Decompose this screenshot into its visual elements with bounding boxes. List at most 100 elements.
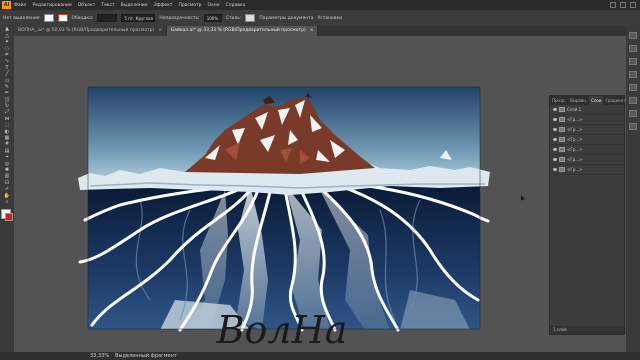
graph-tool-icon[interactable]: ▥ [3,174,11,179]
layer-row[interactable]: <Гр...> [550,135,624,145]
tab-layers[interactable]: Слои [589,96,604,105]
minimize-icon[interactable] [610,2,616,8]
layer-name: <Гр...> [567,147,583,152]
brush-select[interactable]: 5 пт. Круглая [121,14,156,22]
layer-thumbnail [559,107,565,112]
layer-thumbnail [559,147,565,152]
tab-label: ВОЛНА_.ai* @ 50,03 % (RGB/Предварительны… [18,28,155,33]
layer-thumbnail [559,167,565,172]
stroke-swatch[interactable] [57,14,68,22]
style-label: Стиль: [225,15,242,21]
layer-name: <Гр...> [567,167,583,172]
width-tool-icon[interactable]: ⋈ [3,116,11,122]
menu-item-effect[interactable]: Эффект [153,3,172,8]
document-settings-button[interactable]: Параметры документа [259,16,313,21]
slice-tool-icon[interactable]: ⌿ [3,187,11,192]
gradient-tool-icon[interactable]: ▤ [3,148,11,154]
right-dock [626,26,640,352]
appearance-panel-icon[interactable] [629,97,637,104]
menu-item-file[interactable]: Файл [14,3,26,8]
libraries-panel-icon[interactable] [629,123,637,130]
fill-swatch[interactable] [43,14,54,22]
eye-icon[interactable] [553,158,557,161]
eye-icon[interactable] [553,118,557,121]
layer-row[interactable]: <Гр...> [550,165,624,175]
graphic-styles-panel-icon[interactable] [629,110,637,117]
volna-lettering: ВолНа [216,308,348,352]
zoom-tool-icon[interactable]: ⌕ [3,199,11,205]
menu-item-window[interactable]: Окно [208,3,220,8]
canvas-area[interactable]: ВолНа [14,36,549,352]
symbols-panel-icon[interactable] [629,71,637,78]
perspective-grid-tool-icon[interactable]: ▦ [3,136,11,141]
curvature-tool-icon[interactable]: ∿ [3,59,11,64]
opacity-field[interactable]: 100% [203,14,222,22]
zoom-level[interactable]: 33,33% [90,353,109,359]
tab-align[interactable]: Выравн. [568,96,589,105]
layer-name: Слой 1 [567,107,582,112]
menu-item-object[interactable]: Объект [78,3,96,8]
eyedropper-tool-icon[interactable]: ⌖ [3,155,11,160]
stroke-color-box[interactable] [5,212,13,221]
control-bar: Нет выделения Обводка: 5 пт. Круглая Неп… [0,10,640,26]
status-mode[interactable]: Выделенный фрагмент [115,353,177,359]
menu-item-view[interactable]: Просмотр [178,3,201,8]
layer-row[interactable]: Слой 1 [550,105,624,115]
color-panel-icon[interactable] [629,32,637,39]
layer-thumbnail [559,157,565,162]
fill-stroke-widget[interactable] [1,208,13,221]
menu-item-select[interactable]: Выделение [121,3,148,8]
layer-row[interactable]: <Гр...> [550,115,624,125]
free-transform-tool-icon[interactable]: ⬚ [3,123,11,128]
layer-row[interactable]: <Гр...> [550,125,624,135]
direct-selection-tool-icon[interactable]: △ [3,33,11,39]
close-icon[interactable]: × [158,26,162,36]
rotate-tool-icon[interactable]: ↻ [3,104,11,109]
artboard-tool-icon[interactable]: ⊡ [3,180,11,186]
layer-row[interactable]: <Гр...> [550,145,624,155]
preferences-button[interactable]: Установки [318,16,343,21]
panel-tabs: Прозр. Выравн. Слои Градиент [550,96,627,105]
menu-item-edit[interactable]: Редактирование [32,3,71,8]
pencil-tool-icon[interactable]: ✏ [3,91,11,96]
mesh-tool-icon[interactable]: # [3,142,11,147]
eraser-tool-icon[interactable]: ◫ [3,97,11,103]
eye-icon[interactable] [553,138,557,141]
swatches-panel-icon[interactable] [629,45,637,52]
scale-tool-icon[interactable]: ⤢ [3,110,11,115]
line-tool-icon[interactable]: ╱ [3,72,11,77]
pen-tool-icon[interactable]: ✒ [3,52,11,58]
magic-wand-tool-icon[interactable]: ✦ [3,40,11,45]
brushes-panel-icon[interactable] [629,58,637,65]
close-icon[interactable]: × [310,26,314,36]
maximize-icon[interactable] [620,2,626,8]
eye-icon[interactable] [553,148,557,151]
layer-row[interactable]: <Гр...> [550,155,624,165]
type-tool-icon[interactable]: T [3,65,11,71]
menu-item-type[interactable]: Текст [101,3,114,8]
blend-tool-icon[interactable]: ◎ [3,161,11,167]
stroke-weight-field[interactable] [97,14,118,22]
stroke-panel-icon[interactable] [629,84,637,91]
layer-name: <Гр...> [567,137,583,142]
tab-volna[interactable]: ВОЛНА_.ai* @ 50,03 % (RGB/Предварительны… [14,26,168,36]
menu-item-help[interactable]: Справка [226,3,246,8]
style-swatch[interactable] [245,14,256,22]
tab-gradient[interactable]: Градиент [603,96,627,105]
layer-name: <Гр...> [567,157,583,162]
lasso-tool-icon[interactable]: ◌ [3,46,11,52]
shape-builder-tool-icon[interactable]: ◐ [3,129,11,135]
symbol-sprayer-tool-icon[interactable]: ✺ [3,167,11,173]
selection-label: Нет выделения [3,15,40,21]
tab-transparency[interactable]: Прозр. [550,96,568,105]
tab-baikal[interactable]: Байкал.ai* @ 33,33 % (RGB/Предварительны… [167,26,319,36]
hand-tool-icon[interactable]: ✋ [3,193,11,199]
eye-icon[interactable] [553,128,557,131]
selection-tool-icon[interactable]: ▲ [3,27,11,32]
paintbrush-tool-icon[interactable]: ✎ [3,84,11,90]
rectangle-tool-icon[interactable]: ▭ [3,78,11,84]
eye-icon[interactable] [553,168,557,171]
tools-panel: ▲ △ ✦ ◌ ✒ ∿ T ╱ ▭ ✎ ✏ ◫ ↻ ⤢ ⋈ ⬚ ◐ ▦ # ▤ … [0,26,14,352]
eye-icon[interactable] [553,108,557,111]
close-icon[interactable] [630,2,636,8]
